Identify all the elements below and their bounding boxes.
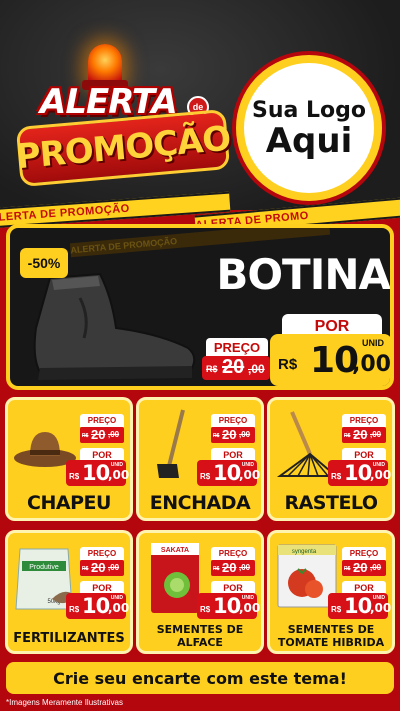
- featured-product-name: BOTINA: [216, 250, 390, 299]
- logo-line2: Aqui: [265, 120, 353, 161]
- price-currency: R$: [69, 472, 80, 481]
- product-name: ENCHADA: [149, 492, 251, 514]
- old-price-label: PREÇO: [342, 414, 386, 427]
- price-cents: ,00: [352, 352, 391, 377]
- new-price: UNID R$ 10 ,00: [66, 460, 130, 486]
- logo-placeholder[interactable]: Sua Logo Aqui: [236, 55, 382, 201]
- old-price-cents: ,00: [239, 430, 251, 439]
- new-price: UNID R$ 10 ,00: [197, 460, 261, 486]
- product-card-enchada[interactable]: PREÇO R$ 20 ,00 POR UNID R$ 10 ,00 ENCHA…: [136, 397, 264, 521]
- price-cents: ,00: [108, 601, 130, 615]
- price-cents: ,00: [239, 468, 261, 482]
- price-int: 10: [82, 461, 110, 485]
- old-price-int: 20: [222, 427, 237, 442]
- product-card-sementes-alface[interactable]: SAKATA PREÇO R$ 20 ,00 POR UNID R$ 10 ,0…: [136, 530, 264, 654]
- price-currency: R$: [69, 605, 80, 614]
- siren-icon: [88, 44, 122, 84]
- old-price-int: 20: [91, 427, 106, 442]
- product-name: SEMENTES DE TOMATE HIBRIDA: [270, 623, 392, 649]
- old-price: R$ 20 ,00: [211, 427, 255, 443]
- new-price: UNID R$ 10 ,00: [197, 593, 261, 619]
- price-currency: R$: [331, 605, 342, 614]
- old-price-currency: R$: [206, 364, 218, 374]
- price-int: 10: [344, 594, 372, 618]
- old-price-label: PREÇO: [211, 414, 255, 427]
- packet-brand: syngenta: [292, 549, 317, 555]
- old-price: R$ 20 ,00: [80, 560, 124, 576]
- old-price: R$ 20 ,00: [211, 560, 255, 576]
- old-price: R$ 20 ,00: [80, 427, 124, 443]
- old-price-label: PREÇO: [206, 338, 268, 356]
- old-price-currency: R$: [82, 566, 89, 572]
- price-cents: ,00: [370, 601, 392, 615]
- old-price-cents: ,00: [370, 563, 382, 572]
- product-name-line1: SEMENTES DE: [156, 623, 244, 636]
- product-name-line2: TOMATE HIBRIDA: [277, 636, 385, 649]
- old-price-label: PREÇO: [80, 547, 124, 560]
- old-price: R$ 20 ,00: [342, 560, 386, 576]
- discount-badge: -50%: [20, 248, 68, 278]
- packet-brand: SAKATA: [161, 547, 189, 554]
- product-name-line1: SEMENTES DE: [287, 623, 375, 636]
- price-int: 10: [310, 340, 359, 381]
- product-name-line2: ALFACE: [177, 636, 223, 649]
- old-price-int: 20: [222, 356, 245, 378]
- new-price: UNID R$ 10 ,00: [270, 334, 391, 386]
- old-price-int: 20: [91, 560, 106, 575]
- old-price-cents: ,00: [370, 430, 382, 439]
- product-card-rastelo[interactable]: PREÇO R$ 20 ,00 POR UNID R$ 10 ,00 RASTE…: [267, 397, 395, 521]
- old-price-currency: R$: [213, 433, 220, 439]
- new-price: UNID R$ 10 ,00: [328, 460, 392, 486]
- old-price-currency: R$: [344, 566, 351, 572]
- price-int: 10: [213, 594, 241, 618]
- product-name: FERTILIZANTES: [13, 631, 125, 646]
- old-price-currency: R$: [82, 433, 89, 439]
- product-name: RASTELO: [284, 492, 378, 514]
- price-int: 10: [344, 461, 372, 485]
- old-price-int: 20: [222, 560, 237, 575]
- price-cents: ,00: [370, 468, 392, 482]
- price-currency: R$: [278, 356, 298, 373]
- bag-label: Produtive: [29, 564, 59, 571]
- boot-icon: [33, 272, 196, 380]
- new-price: UNID R$ 10 ,00: [328, 593, 392, 619]
- unit-label: UNID: [362, 338, 384, 348]
- cta-banner[interactable]: Crie seu encarte com este tema!: [6, 662, 394, 694]
- old-price: R$ 20 ,00: [342, 427, 386, 443]
- old-price-cents: ,00: [108, 563, 120, 572]
- logo-line1: Sua Logo: [251, 97, 366, 123]
- old-price-label: PREÇO: [342, 547, 386, 560]
- old-price-currency: R$: [213, 566, 220, 572]
- old-price-cents: ,00: [108, 430, 120, 439]
- featured-product-card[interactable]: ALERTA DE PROMOÇÃO -50% BOTINA PREÇO R$ …: [6, 224, 394, 390]
- old-price-cents: ,00: [239, 563, 251, 572]
- price-currency: R$: [200, 472, 211, 481]
- product-card-chapeu[interactable]: PREÇO R$ 20 ,00 POR UNID R$ 10 ,00 CHAPE…: [5, 397, 133, 521]
- price-int: 10: [213, 461, 241, 485]
- price-int: 10: [82, 594, 110, 618]
- old-price: R$ 20 ,00: [202, 356, 270, 380]
- product-card-sementes-tomate[interactable]: syngenta PREÇO R$ 20 ,00 POR UNID R$ 10 …: [267, 530, 395, 654]
- old-price-cents: ,00: [248, 362, 265, 376]
- price-cents: ,00: [239, 601, 261, 615]
- old-price-currency: R$: [344, 433, 351, 439]
- new-price: UNID R$ 10 ,00: [66, 593, 130, 619]
- product-name: SEMENTES DE ALFACE: [139, 623, 261, 649]
- price-currency: R$: [331, 472, 342, 481]
- old-price-label: PREÇO: [211, 547, 255, 560]
- price-currency: R$: [200, 605, 211, 614]
- old-price-int: 20: [353, 560, 368, 575]
- product-card-fertilizantes[interactable]: Produtive 50kg PREÇO R$ 20 ,00 POR UNID …: [5, 530, 133, 654]
- product-name: CHAPEU: [27, 492, 111, 514]
- disclaimer: *Imagens Meramente Ilustrativas: [6, 698, 123, 707]
- old-price-int: 20: [353, 427, 368, 442]
- price-cents: ,00: [108, 468, 130, 482]
- old-price-label: PREÇO: [80, 414, 124, 427]
